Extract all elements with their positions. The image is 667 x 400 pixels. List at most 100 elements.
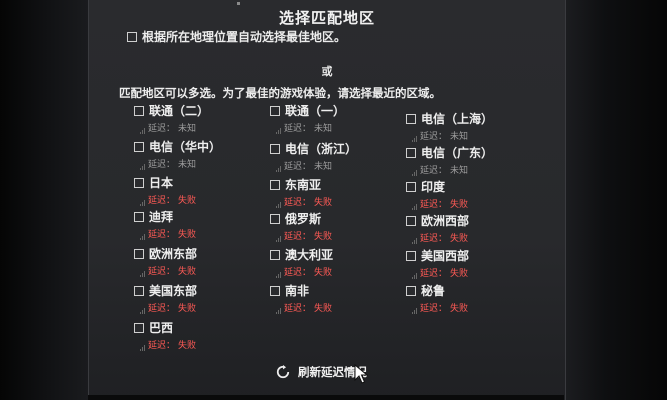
region-checkbox[interactable] xyxy=(270,249,280,260)
latency-label: 延迟： xyxy=(284,232,312,242)
region-name: 南非 xyxy=(285,284,310,298)
region-item[interactable]: 秘鲁 延迟： 失败 xyxy=(406,282,541,314)
region-checkbox[interactable] xyxy=(134,248,144,259)
latency-value: 失败 xyxy=(178,196,197,206)
signal-icon xyxy=(412,237,417,244)
region-name: 澳大利亚 xyxy=(285,248,334,262)
region-item[interactable]: 巴西 延迟： 失败 xyxy=(134,319,269,351)
region-item[interactable]: 美国西部 延迟： 失败 xyxy=(406,247,541,279)
signal-icon xyxy=(412,272,417,279)
region-name: 联通（一） xyxy=(285,104,346,118)
bottom-bezel xyxy=(88,395,564,400)
region-item[interactable]: 电信（华中） 延迟： 未知 xyxy=(134,138,269,170)
signal-icon xyxy=(140,127,145,134)
region-checkbox[interactable] xyxy=(406,113,416,124)
region-name: 巴西 xyxy=(149,321,174,335)
region-name: 迪拜 xyxy=(149,210,174,224)
region-name: 秘鲁 xyxy=(421,284,446,298)
latency-label: 延迟： xyxy=(148,160,176,170)
region-item[interactable]: 美国东部 延迟： 失败 xyxy=(134,282,269,314)
latency-value: 未知 xyxy=(314,124,333,134)
latency-label: 延迟： xyxy=(420,269,448,279)
latency-label: 延迟： xyxy=(148,196,176,206)
latency-label: 延迟： xyxy=(420,132,448,142)
region-item[interactable]: 俄罗斯 延迟： 失败 xyxy=(270,210,405,242)
region-checkbox[interactable] xyxy=(270,213,280,224)
region-checkbox[interactable] xyxy=(406,147,416,158)
signal-icon xyxy=(276,271,281,278)
region-checkbox[interactable] xyxy=(134,285,144,296)
latency-value: 失败 xyxy=(450,304,469,314)
auto-select-checkbox[interactable] xyxy=(127,31,137,42)
region-item[interactable]: 联通（二） 延迟： 未知 xyxy=(134,102,269,134)
region-checkbox[interactable] xyxy=(134,322,144,333)
latency-label: 延迟： xyxy=(284,162,312,172)
region-item[interactable]: 澳大利亚 延迟： 失败 xyxy=(270,246,405,278)
signal-icon xyxy=(276,165,281,172)
latency-label: 延迟： xyxy=(284,304,312,314)
signal-icon xyxy=(412,169,417,176)
latency-value: 失败 xyxy=(178,230,197,240)
region-item[interactable]: 欧洲东部 延迟： 失败 xyxy=(134,245,269,277)
region-checkbox[interactable] xyxy=(406,215,416,226)
region-name: 欧洲西部 xyxy=(421,214,470,228)
signal-icon xyxy=(140,199,145,206)
latency-label: 延迟： xyxy=(148,267,176,277)
region-grid: 联通（二） 延迟： 未知 联通（一） 延迟： 未知 电信（上海） 延迟： 未知 电信（… xyxy=(134,102,554,352)
region-item[interactable]: 东南亚 延迟： 失败 xyxy=(270,176,405,208)
corner-dot xyxy=(237,2,240,5)
auto-select-option[interactable]: 根据所在地理位置自动选择最佳地区。 xyxy=(127,28,346,45)
latency-value: 失败 xyxy=(450,200,469,210)
or-separator: 或 xyxy=(321,65,333,78)
latency-label: 延迟： xyxy=(284,124,312,134)
latency-label: 延迟： xyxy=(420,200,448,210)
region-checkbox[interactable] xyxy=(134,177,144,188)
latency-value: 未知 xyxy=(314,162,333,172)
latency-value: 未知 xyxy=(450,166,469,176)
dialog-title: 选择匹配地区 xyxy=(278,9,375,27)
latency-label: 延迟： xyxy=(420,234,448,244)
region-name: 俄罗斯 xyxy=(285,212,322,226)
region-select-dialog: 选择匹配地区 根据所在地理位置自动选择最佳地区。 或 匹配地区可以多选。为了最佳… xyxy=(88,0,566,400)
region-checkbox[interactable] xyxy=(270,179,280,190)
region-item[interactable]: 欧洲西部 延迟： 失败 xyxy=(406,212,541,244)
signal-icon xyxy=(140,233,145,240)
region-checkbox[interactable] xyxy=(270,285,280,296)
region-checkbox[interactable] xyxy=(134,105,144,116)
latency-value: 失败 xyxy=(178,304,197,314)
latency-value: 未知 xyxy=(450,132,469,142)
signal-icon xyxy=(276,235,281,242)
region-item[interactable]: 迪拜 延迟： 失败 xyxy=(134,208,269,240)
region-item[interactable]: 电信（浙江） 延迟： 未知 xyxy=(270,140,405,172)
region-item[interactable]: 电信（广东） 延迟： 未知 xyxy=(406,144,541,176)
latency-label: 延迟： xyxy=(284,198,312,208)
refresh-icon xyxy=(276,365,290,379)
latency-label: 延迟： xyxy=(148,230,176,240)
auto-select-label: 根据所在地理位置自动选择最佳地区。 xyxy=(142,30,347,44)
signal-icon xyxy=(412,203,417,210)
region-checkbox[interactable] xyxy=(406,250,416,261)
region-item[interactable]: 电信（上海） 延迟： 未知 xyxy=(406,110,541,142)
region-checkbox[interactable] xyxy=(134,141,144,152)
latency-label: 延迟： xyxy=(148,304,176,314)
region-item[interactable]: 印度 延迟： 失败 xyxy=(406,178,541,210)
region-name: 欧洲东部 xyxy=(149,247,198,261)
region-name: 美国东部 xyxy=(149,284,198,298)
region-item[interactable]: 南非 延迟： 失败 xyxy=(270,282,405,314)
signal-icon xyxy=(276,127,281,134)
latency-value: 失败 xyxy=(178,341,197,351)
latency-label: 延迟： xyxy=(148,341,176,351)
latency-label: 延迟： xyxy=(148,124,176,134)
region-item[interactable]: 日本 延迟： 失败 xyxy=(134,174,269,206)
region-checkbox[interactable] xyxy=(406,181,416,192)
region-item[interactable]: 联通（一） 延迟： 未知 xyxy=(270,102,405,134)
region-checkbox[interactable] xyxy=(406,285,416,296)
signal-icon xyxy=(276,307,281,314)
mouse-cursor-icon xyxy=(354,364,368,384)
signal-icon xyxy=(140,307,145,314)
region-checkbox[interactable] xyxy=(270,143,280,154)
region-checkbox[interactable] xyxy=(134,211,144,222)
region-checkbox[interactable] xyxy=(270,105,280,116)
region-name: 东南亚 xyxy=(285,178,322,192)
region-name: 联通（二） xyxy=(149,104,210,118)
